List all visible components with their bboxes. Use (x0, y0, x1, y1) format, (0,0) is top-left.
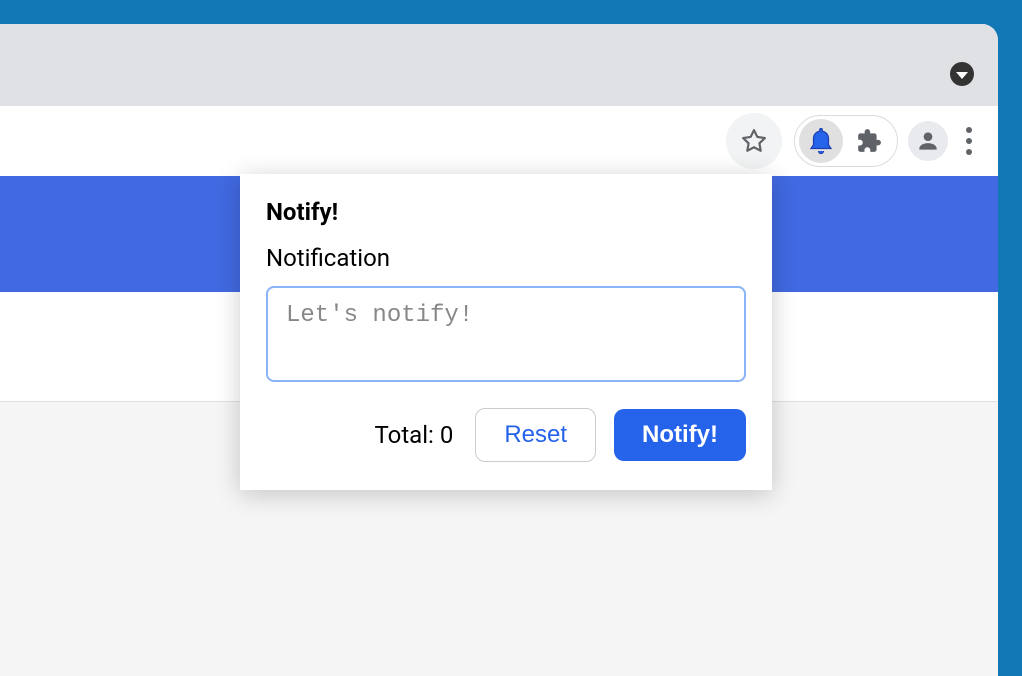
tabs-dropdown-button[interactable] (950, 62, 974, 86)
extensions-button[interactable] (849, 121, 889, 161)
extension-notify-button[interactable] (799, 119, 843, 163)
extension-popup: Notify! Notification Total: 0 Reset Noti… (240, 174, 772, 490)
star-icon (741, 128, 767, 154)
dot-icon (966, 149, 972, 155)
notify-button[interactable]: Notify! (614, 409, 746, 461)
profile-button[interactable] (908, 121, 948, 161)
bookmark-button[interactable] (726, 113, 782, 169)
puzzle-icon (856, 128, 882, 154)
dot-icon (966, 138, 972, 144)
dot-icon (966, 127, 972, 133)
popup-title: Notify! (266, 198, 746, 226)
total-count-label: Total: 0 (374, 421, 453, 449)
bell-icon (806, 126, 836, 156)
chrome-menu-button[interactable] (958, 127, 980, 155)
tab-bar (0, 24, 998, 106)
extension-pill (794, 115, 898, 167)
notification-label: Notification (266, 244, 746, 272)
reset-button[interactable]: Reset (475, 408, 596, 462)
browser-toolbar (0, 106, 998, 176)
profile-icon (915, 128, 941, 154)
popup-actions: Total: 0 Reset Notify! (266, 408, 746, 462)
notification-input[interactable] (266, 286, 746, 382)
